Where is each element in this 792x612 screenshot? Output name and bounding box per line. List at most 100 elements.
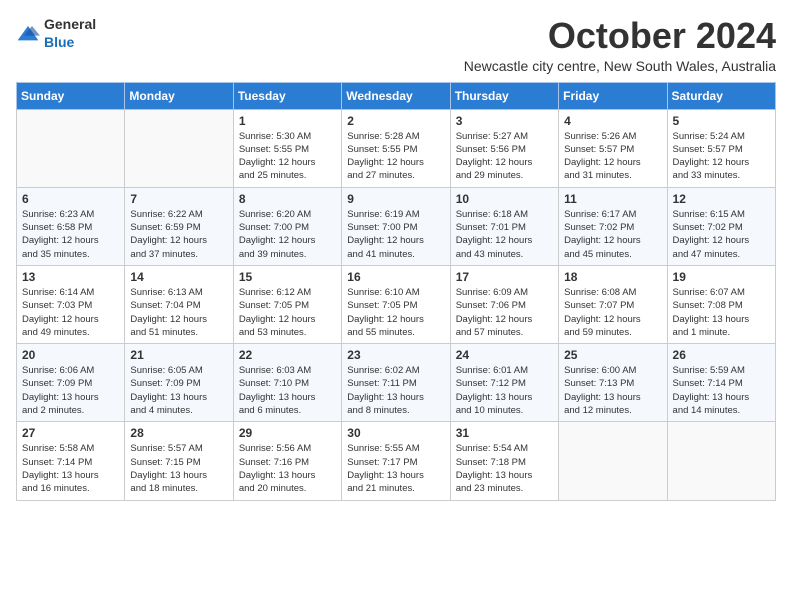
calendar-cell: 5 Sunrise: 5:24 AMSunset: 5:57 PMDaylight… — [667, 109, 775, 187]
calendar-cell: 18 Sunrise: 6:08 AMSunset: 7:07 PMDayligh… — [559, 265, 667, 343]
day-info: Sunrise: 5:30 AMSunset: 5:55 PMDaylight:… — [239, 130, 336, 183]
day-number: 5 — [673, 114, 770, 128]
day-info: Sunrise: 5:26 AMSunset: 5:57 PMDaylight:… — [564, 130, 661, 183]
logo-icon — [16, 24, 40, 44]
day-header-friday: Friday — [559, 82, 667, 109]
day-info: Sunrise: 5:24 AMSunset: 5:57 PMDaylight:… — [673, 130, 770, 183]
day-number: 2 — [347, 114, 444, 128]
day-info: Sunrise: 6:03 AMSunset: 7:10 PMDaylight:… — [239, 364, 336, 417]
calendar-cell: 11 Sunrise: 6:17 AMSunset: 7:02 PMDayligh… — [559, 187, 667, 265]
calendar-cell: 30 Sunrise: 5:55 AMSunset: 7:17 PMDayligh… — [342, 422, 450, 500]
calendar-cell: 6 Sunrise: 6:23 AMSunset: 6:58 PMDaylight… — [17, 187, 125, 265]
calendar-cell: 4 Sunrise: 5:26 AMSunset: 5:57 PMDaylight… — [559, 109, 667, 187]
calendar-cell: 25Sunrise: 6:00 AMSunset: 7:13 PMDayligh… — [559, 344, 667, 422]
day-info: Sunrise: 6:05 AMSunset: 7:09 PMDaylight:… — [130, 364, 227, 417]
calendar-cell: 2 Sunrise: 5:28 AMSunset: 5:55 PMDaylight… — [342, 109, 450, 187]
calendar-cell: 1Sunrise: 5:30 AMSunset: 5:55 PMDaylight… — [233, 109, 341, 187]
day-info: Sunrise: 6:02 AMSunset: 7:11 PMDaylight:… — [347, 364, 444, 417]
calendar-cell: 17 Sunrise: 6:09 AMSunset: 7:06 PMDayligh… — [450, 265, 558, 343]
day-info: Sunrise: 5:57 AMSunset: 7:15 PMDaylight:… — [130, 442, 227, 495]
calendar-cell: 23 Sunrise: 6:02 AMSunset: 7:11 PMDayligh… — [342, 344, 450, 422]
day-number: 18 — [564, 270, 661, 284]
day-info: Sunrise: 6:17 AMSunset: 7:02 PMDaylight:… — [564, 208, 661, 261]
day-info: Sunrise: 5:58 AMSunset: 7:14 PMDaylight:… — [22, 442, 119, 495]
calendar-cell: 27 Sunrise: 5:58 AMSunset: 7:14 PMDayligh… — [17, 422, 125, 500]
day-info: Sunrise: 6:08 AMSunset: 7:07 PMDaylight:… — [564, 286, 661, 339]
day-number: 8 — [239, 192, 336, 206]
calendar-cell: 15Sunrise: 6:12 AMSunset: 7:05 PMDayligh… — [233, 265, 341, 343]
calendar-cell: 16 Sunrise: 6:10 AMSunset: 7:05 PMDayligh… — [342, 265, 450, 343]
day-number: 11 — [564, 192, 661, 206]
day-number: 22 — [239, 348, 336, 362]
day-number: 3 — [456, 114, 553, 128]
day-info: Sunrise: 6:10 AMSunset: 7:05 PMDaylight:… — [347, 286, 444, 339]
day-number: 4 — [564, 114, 661, 128]
day-number: 29 — [239, 426, 336, 440]
calendar-cell: 10 Sunrise: 6:18 AMSunset: 7:01 PMDayligh… — [450, 187, 558, 265]
calendar-week-5: 27 Sunrise: 5:58 AMSunset: 7:14 PMDayligh… — [17, 422, 776, 500]
day-number: 25 — [564, 348, 661, 362]
calendar-cell: 9 Sunrise: 6:19 AMSunset: 7:00 PMDaylight… — [342, 187, 450, 265]
day-info: Sunrise: 6:19 AMSunset: 7:00 PMDaylight:… — [347, 208, 444, 261]
month-title: October 2024 — [464, 16, 776, 56]
calendar-cell: 14Sunrise: 6:13 AMSunset: 7:04 PMDayligh… — [125, 265, 233, 343]
day-info: Sunrise: 6:07 AMSunset: 7:08 PMDaylight:… — [673, 286, 770, 339]
calendar-cell — [559, 422, 667, 500]
calendar-week-3: 13Sunrise: 6:14 AMSunset: 7:03 PMDayligh… — [17, 265, 776, 343]
day-number: 12 — [673, 192, 770, 206]
day-info: Sunrise: 6:01 AMSunset: 7:12 PMDaylight:… — [456, 364, 553, 417]
day-info: Sunrise: 5:56 AMSunset: 7:16 PMDaylight:… — [239, 442, 336, 495]
day-header-sunday: Sunday — [17, 82, 125, 109]
day-number: 30 — [347, 426, 444, 440]
day-info: Sunrise: 6:12 AMSunset: 7:05 PMDaylight:… — [239, 286, 336, 339]
calendar-cell: 26Sunrise: 5:59 AMSunset: 7:14 PMDayligh… — [667, 344, 775, 422]
day-info: Sunrise: 6:20 AMSunset: 7:00 PMDaylight:… — [239, 208, 336, 261]
subtitle: Newcastle city centre, New South Wales, … — [464, 58, 776, 74]
day-info: Sunrise: 5:28 AMSunset: 5:55 PMDaylight:… — [347, 130, 444, 183]
logo-text-general: General — [44, 16, 96, 32]
calendar-header-row: SundayMondayTuesdayWednesdayThursdayFrid… — [17, 82, 776, 109]
day-number: 28 — [130, 426, 227, 440]
day-info: Sunrise: 6:06 AMSunset: 7:09 PMDaylight:… — [22, 364, 119, 417]
day-info: Sunrise: 5:55 AMSunset: 7:17 PMDaylight:… — [347, 442, 444, 495]
calendar-cell: 19 Sunrise: 6:07 AMSunset: 7:08 PMDayligh… — [667, 265, 775, 343]
day-info: Sunrise: 6:23 AMSunset: 6:58 PMDaylight:… — [22, 208, 119, 261]
title-area: October 2024 Newcastle city centre, New … — [464, 16, 776, 74]
calendar-cell: 22 Sunrise: 6:03 AMSunset: 7:10 PMDayligh… — [233, 344, 341, 422]
day-info: Sunrise: 6:14 AMSunset: 7:03 PMDaylight:… — [22, 286, 119, 339]
day-info: Sunrise: 5:59 AMSunset: 7:14 PMDaylight:… — [673, 364, 770, 417]
calendar-week-1: 1Sunrise: 5:30 AMSunset: 5:55 PMDaylight… — [17, 109, 776, 187]
day-header-monday: Monday — [125, 82, 233, 109]
calendar-cell: 20 Sunrise: 6:06 AMSunset: 7:09 PMDayligh… — [17, 344, 125, 422]
calendar-cell: 21 Sunrise: 6:05 AMSunset: 7:09 PMDayligh… — [125, 344, 233, 422]
day-number: 17 — [456, 270, 553, 284]
day-info: Sunrise: 6:18 AMSunset: 7:01 PMDaylight:… — [456, 208, 553, 261]
day-header-wednesday: Wednesday — [342, 82, 450, 109]
calendar-cell — [125, 109, 233, 187]
day-number: 21 — [130, 348, 227, 362]
day-number: 6 — [22, 192, 119, 206]
day-number: 9 — [347, 192, 444, 206]
day-number: 27 — [22, 426, 119, 440]
day-info: Sunrise: 6:22 AMSunset: 6:59 PMDaylight:… — [130, 208, 227, 261]
day-number: 23 — [347, 348, 444, 362]
calendar-cell — [17, 109, 125, 187]
day-number: 19 — [673, 270, 770, 284]
day-number: 16 — [347, 270, 444, 284]
day-number: 31 — [456, 426, 553, 440]
day-info: Sunrise: 6:15 AMSunset: 7:02 PMDaylight:… — [673, 208, 770, 261]
calendar-cell: 31Sunrise: 5:54 AMSunset: 7:18 PMDayligh… — [450, 422, 558, 500]
calendar-cell: 13Sunrise: 6:14 AMSunset: 7:03 PMDayligh… — [17, 265, 125, 343]
calendar-cell: 12 Sunrise: 6:15 AMSunset: 7:02 PMDayligh… — [667, 187, 775, 265]
day-number: 10 — [456, 192, 553, 206]
day-header-saturday: Saturday — [667, 82, 775, 109]
day-header-thursday: Thursday — [450, 82, 558, 109]
calendar-week-4: 20 Sunrise: 6:06 AMSunset: 7:09 PMDayligh… — [17, 344, 776, 422]
day-number: 20 — [22, 348, 119, 362]
page-header: General Blue October 2024 Newcastle city… — [16, 16, 776, 74]
day-number: 24 — [456, 348, 553, 362]
calendar-cell: 28 Sunrise: 5:57 AMSunset: 7:15 PMDayligh… — [125, 422, 233, 500]
calendar-week-2: 6 Sunrise: 6:23 AMSunset: 6:58 PMDaylight… — [17, 187, 776, 265]
day-info: Sunrise: 6:09 AMSunset: 7:06 PMDaylight:… — [456, 286, 553, 339]
logo: General Blue — [16, 16, 96, 52]
